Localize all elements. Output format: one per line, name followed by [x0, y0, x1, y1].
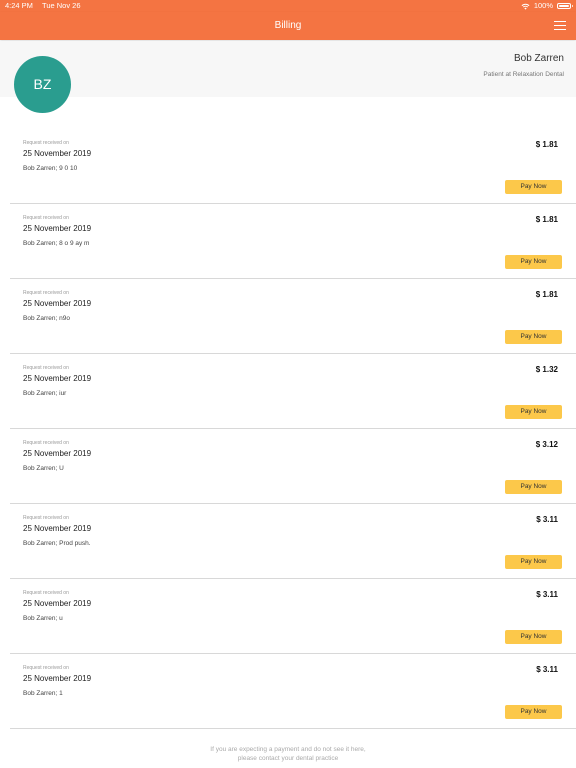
bill-item: Request received on 25 November 2019 Bob… — [10, 429, 576, 504]
bill-received-label: Request received on — [23, 215, 69, 221]
bill-description: Bob Zarren; 8 o 9 ay m — [23, 240, 90, 247]
bill-received-label: Request received on — [23, 290, 69, 296]
status-date: Tue Nov 26 — [42, 1, 81, 10]
bill-amount: $ 3.12 — [535, 440, 558, 449]
pay-now-button[interactable]: Pay Now — [505, 705, 562, 719]
avatar: BZ — [14, 56, 71, 113]
bill-amount: $ 1.32 — [535, 365, 558, 374]
menu-bar-line — [554, 25, 566, 26]
bill-amount: $ 3.11 — [536, 665, 558, 674]
bill-description: Bob Zarren; n9o — [23, 315, 70, 322]
bill-item: Request received on 25 November 2019 Bob… — [10, 204, 576, 279]
status-time: 4:24 PM — [5, 1, 33, 10]
bill-date: 25 November 2019 — [23, 599, 92, 608]
page-title: Billing — [274, 20, 302, 31]
menu-bar-line — [554, 29, 566, 30]
bill-received-label: Request received on — [23, 365, 69, 371]
bill-date: 25 November 2019 — [23, 224, 92, 233]
bill-item: Request received on 25 November 2019 Bob… — [10, 279, 576, 354]
bill-amount: $ 1.81 — [535, 140, 558, 149]
status-left: 4:24 PM Tue Nov 26 — [5, 0, 81, 12]
bill-item: Request received on 25 November 2019 Bob… — [10, 579, 576, 654]
bill-date: 25 November 2019 — [23, 149, 92, 158]
footer-note: If you are expecting a payment and do no… — [0, 746, 576, 763]
nav-bar: Billing — [0, 12, 576, 40]
profile-header: BZ Bob Zarren Patient at Relaxation Dent… — [0, 41, 576, 113]
bill-amount: $ 3.11 — [536, 515, 558, 524]
bill-item: Request received on 25 November 2019 Bob… — [10, 654, 576, 729]
bill-description: Bob Zarren; iur — [23, 390, 67, 397]
bill-received-label: Request received on — [23, 590, 69, 596]
profile-name: Bob Zarren — [513, 53, 564, 64]
bill-item: Request received on 25 November 2019 Bob… — [10, 504, 576, 579]
pay-now-button[interactable]: Pay Now — [505, 255, 562, 269]
status-right: 100% — [521, 0, 573, 12]
bill-description: Bob Zarren; U — [23, 465, 64, 472]
bill-list: Request received on 25 November 2019 Bob… — [0, 129, 576, 729]
bill-description: Bob Zarren; 9 0 10 — [23, 165, 78, 172]
battery-fill — [559, 5, 569, 7]
battery-icon — [557, 3, 573, 9]
bill-description: Bob Zarren; u — [23, 615, 63, 622]
bill-description: Bob Zarren; Prod push. — [23, 540, 91, 547]
battery-percent: 100% — [533, 1, 553, 10]
bill-amount: $ 1.81 — [535, 215, 558, 224]
bill-item: Request received on 25 November 2019 Bob… — [10, 354, 576, 429]
bill-amount: $ 3.11 — [536, 590, 558, 599]
footer-note-line-2: please contact your dental practice — [237, 754, 339, 762]
bill-amount: $ 1.81 — [535, 290, 558, 299]
profile-role: Patient at Relaxation Dental — [483, 71, 564, 78]
bill-description: Bob Zarren; 1 — [23, 690, 63, 697]
bill-date: 25 November 2019 — [23, 449, 92, 458]
pay-now-button[interactable]: Pay Now — [505, 555, 562, 569]
bill-received-label: Request received on — [23, 515, 69, 521]
bill-received-label: Request received on — [23, 665, 69, 671]
bill-item: Request received on 25 November 2019 Bob… — [10, 129, 576, 204]
pay-now-button[interactable]: Pay Now — [505, 330, 562, 344]
bill-date: 25 November 2019 — [23, 524, 92, 533]
pay-now-button[interactable]: Pay Now — [505, 405, 562, 419]
footer-note-line-1: If you are expecting a payment and do no… — [210, 746, 366, 753]
pay-now-button[interactable]: Pay Now — [505, 630, 562, 644]
wifi-icon — [521, 3, 530, 10]
status-bar: 4:24 PM Tue Nov 26 100% — [0, 0, 576, 12]
menu-bar-line — [554, 21, 566, 22]
bill-received-label: Request received on — [23, 440, 69, 446]
bill-date: 25 November 2019 — [23, 374, 92, 383]
pay-now-button[interactable]: Pay Now — [505, 180, 562, 194]
bill-date: 25 November 2019 — [23, 299, 92, 308]
bill-received-label: Request received on — [23, 140, 69, 146]
bill-date: 25 November 2019 — [23, 674, 92, 683]
hamburger-menu-icon[interactable] — [554, 21, 566, 31]
pay-now-button[interactable]: Pay Now — [505, 480, 562, 494]
